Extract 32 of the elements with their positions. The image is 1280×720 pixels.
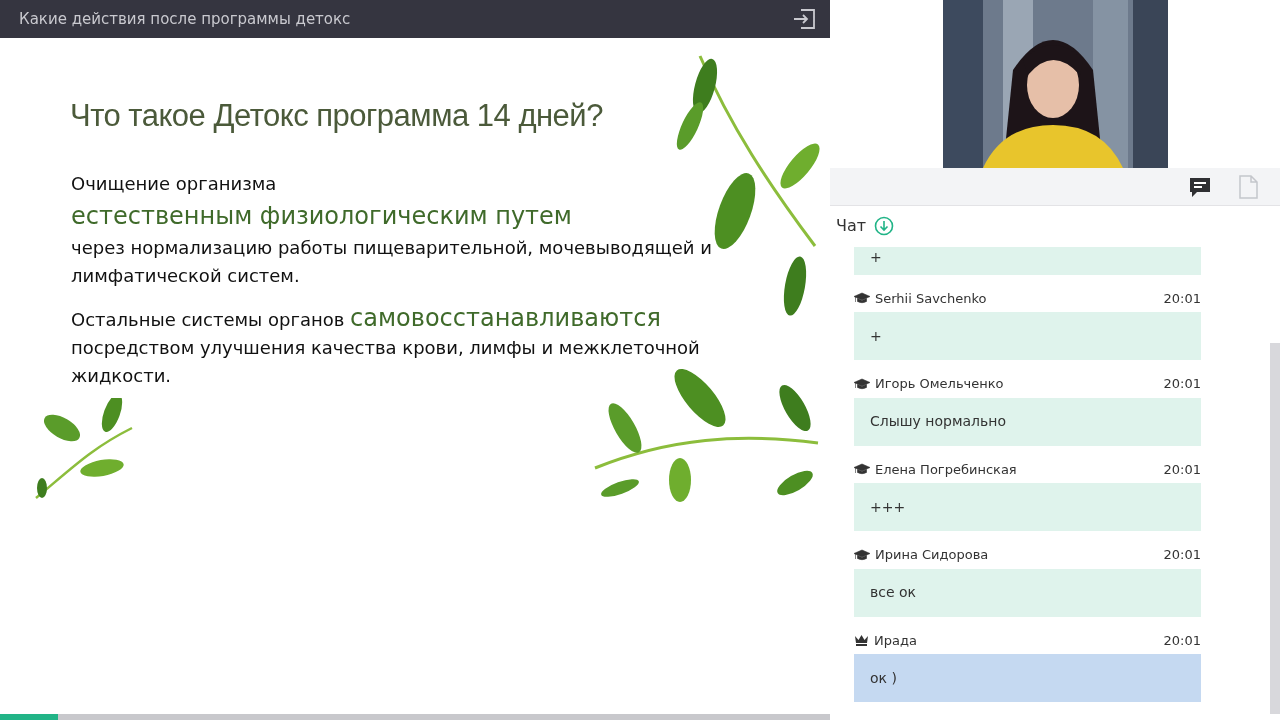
slide-text: через нормализацию работы пищеварительной, мочевыводящей и лимфатической систем.	[71, 236, 713, 288]
slide-text: Очищение организма	[71, 172, 278, 196]
graduation-cap-icon	[854, 377, 870, 390]
slide-title: Что такое Детокс программа 14 дней?	[70, 97, 603, 135]
scroll-down-icon[interactable]	[874, 216, 895, 236]
message-time: 20:01	[1163, 631, 1201, 650]
message-time: 20:01	[1163, 546, 1201, 564]
message-time: 20:01	[1163, 460, 1201, 479]
message-bubble: Слышу нормально	[854, 397, 1201, 446]
author-name: Елена Погребинская	[875, 460, 1017, 479]
scrollbar[interactable]	[1270, 343, 1280, 714]
message-bubble: +++	[854, 483, 1201, 531]
message-bubble: все ок	[854, 568, 1201, 617]
exit-icon[interactable]	[792, 8, 816, 30]
message-time: 20:01	[1163, 289, 1201, 308]
author-name: Игорь Омельченко	[875, 375, 1004, 393]
graduation-cap-icon	[854, 548, 870, 561]
author-name: Ирада	[874, 631, 917, 650]
emphasized-text: естественным физиологическим путем	[71, 201, 573, 232]
message-bubble: +	[854, 246, 1201, 275]
message-time: 20:01	[1163, 375, 1201, 393]
slide-paragraph: Остальные системы органов самовосстанавливаются посредством улучшения качества крови, лимфы и межклеточной жидкости.	[71, 304, 701, 388]
author-name: Ирина Сидорова	[875, 546, 989, 564]
graduation-cap-icon	[854, 463, 870, 476]
document-icon	[1238, 174, 1258, 199]
crown-icon	[854, 634, 869, 647]
presentation-title: Какие действия после программы детокс	[19, 8, 351, 30]
graduation-cap-icon	[854, 292, 870, 305]
message-bubble: +	[854, 312, 1201, 360]
message-bubble: ок )	[854, 654, 1201, 702]
chat-title: Чат	[836, 215, 867, 237]
author-name: Serhii Savchenko	[875, 289, 987, 308]
